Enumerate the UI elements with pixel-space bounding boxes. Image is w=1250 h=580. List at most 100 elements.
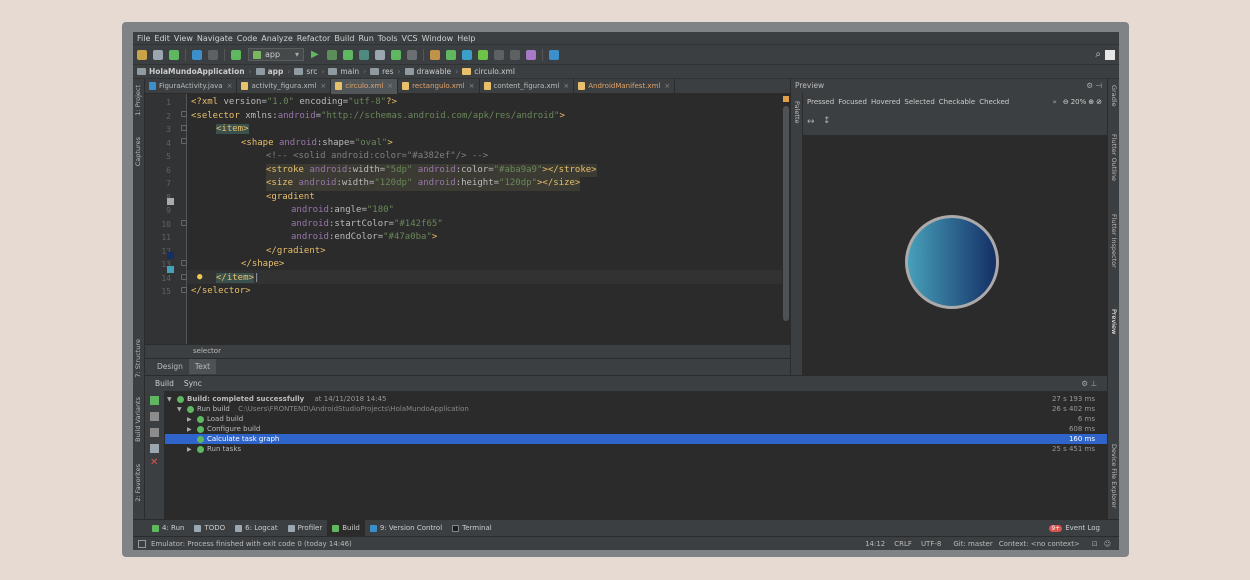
tool-tab-build[interactable]: Build bbox=[327, 519, 365, 537]
expand-icon[interactable]: ▶ bbox=[187, 445, 197, 455]
layout-inspector-icon[interactable] bbox=[549, 49, 559, 60]
device-monitor-icon[interactable] bbox=[510, 49, 520, 60]
hot-reload-icon[interactable] bbox=[494, 49, 504, 60]
flutter-icon[interactable] bbox=[462, 49, 472, 60]
menu-run[interactable]: Run bbox=[358, 34, 373, 43]
state-pressed[interactable]: Pressed bbox=[807, 98, 834, 106]
more-icon[interactable]: » bbox=[1053, 98, 1057, 106]
close-icon[interactable]: × bbox=[320, 82, 326, 90]
make-project-icon[interactable] bbox=[231, 49, 241, 60]
tool-tab-terminal[interactable]: Terminal bbox=[447, 520, 497, 537]
sdk-manager-icon[interactable] bbox=[430, 49, 440, 60]
profile-icon[interactable] bbox=[359, 49, 369, 60]
tab-android-manifest[interactable]: AndroidManifest.xml × bbox=[574, 78, 676, 94]
pan-horizontal-icon[interactable]: ↔ bbox=[807, 117, 815, 127]
open-folder-icon[interactable] bbox=[137, 49, 147, 60]
file-encoding[interactable]: UTF-8 bbox=[921, 540, 941, 548]
gear-icon[interactable]: ⚙ ⊣ bbox=[1086, 79, 1102, 93]
fold-icon[interactable] bbox=[181, 274, 187, 280]
xml-breadcrumb-label[interactable]: selector bbox=[193, 347, 221, 355]
state-checkable[interactable]: Checkable bbox=[939, 98, 975, 106]
run-icon[interactable]: ▶ bbox=[311, 49, 321, 60]
color-swatch-start[interactable] bbox=[167, 252, 174, 259]
tab-content-figura[interactable]: content_figura.xml × bbox=[480, 78, 575, 94]
state-checked[interactable]: Checked bbox=[979, 98, 1009, 106]
tool-tab-version-control[interactable]: 9: Version Control bbox=[365, 520, 447, 537]
filter-icon[interactable] bbox=[150, 428, 159, 437]
tree-row-selected[interactable]: Calculate task graph 160 ms bbox=[165, 434, 1107, 444]
breadcrumb-item[interactable]: HolaMundoApplication › bbox=[137, 67, 252, 76]
fold-icon[interactable] bbox=[181, 111, 187, 117]
close-icon[interactable]: × bbox=[664, 82, 670, 90]
tree-row[interactable]: ▼ Run build C:\Users\FRONTEND\AndroidStud… bbox=[165, 404, 1107, 414]
pin-icon[interactable] bbox=[150, 444, 159, 453]
zoom-out-icon[interactable]: ⊖ bbox=[1063, 98, 1069, 106]
zoom-in-icon[interactable]: ⊕ bbox=[1088, 98, 1094, 106]
tree-row[interactable]: ▼ Build: completed successfully at 14/11/… bbox=[165, 394, 1107, 404]
fold-icon[interactable] bbox=[181, 287, 187, 293]
gear-icon[interactable]: ⚙ ⊥ bbox=[1081, 379, 1097, 388]
breadcrumb-item[interactable]: circulo.xml bbox=[462, 67, 515, 76]
gradle-tool-tab[interactable]: Gradle bbox=[1110, 85, 1118, 107]
search-icon[interactable]: ⌕ bbox=[1095, 49, 1101, 60]
close-icon[interactable]: × bbox=[387, 82, 393, 90]
code-editor[interactable]: 1 2 3 4 5 6 7 8 9 10 11 12 13 14 15 <?xm… bbox=[145, 94, 790, 344]
state-selected[interactable]: Selected bbox=[904, 98, 934, 106]
lock-icon[interactable]: ⊡ bbox=[1092, 540, 1098, 548]
tab-sync[interactable]: Sync bbox=[184, 379, 202, 388]
lightbulb-icon[interactable]: ● bbox=[197, 272, 202, 282]
fold-icon[interactable] bbox=[181, 220, 187, 226]
tool-tab-logcat[interactable]: 6: Logcat bbox=[230, 520, 282, 537]
run-config-select[interactable]: app ▾ bbox=[248, 48, 304, 61]
tab-figura-activity[interactable]: FiguraActivity.java × bbox=[145, 78, 238, 94]
build-variants-tool-tab[interactable]: Build Variants bbox=[134, 397, 142, 442]
preview-tool-tab[interactable]: Preview bbox=[1110, 309, 1118, 334]
state-hovered[interactable]: Hovered bbox=[871, 98, 900, 106]
structure-tool-tab[interactable]: 7: Structure bbox=[134, 339, 142, 378]
breadcrumb-item[interactable]: drawable › bbox=[404, 67, 458, 76]
rebuild-icon[interactable] bbox=[150, 396, 159, 405]
avd-manager-icon[interactable] bbox=[446, 49, 456, 60]
debug-icon[interactable] bbox=[343, 49, 353, 60]
color-swatch-stroke[interactable] bbox=[167, 198, 174, 205]
tree-row[interactable]: ▶ Configure build 608 ms bbox=[165, 424, 1107, 434]
tool-tab-run[interactable]: 4: Run bbox=[147, 520, 189, 537]
tree-row[interactable]: ▶ Load build 6 ms bbox=[165, 414, 1107, 424]
back-icon[interactable] bbox=[192, 49, 202, 60]
apply-changes-icon[interactable] bbox=[327, 49, 337, 60]
breadcrumb-item[interactable]: src › bbox=[294, 67, 324, 76]
menu-window[interactable]: Window bbox=[422, 34, 454, 43]
color-swatch-end[interactable] bbox=[167, 266, 174, 273]
pan-vertical-icon[interactable]: ↕ bbox=[823, 116, 831, 126]
close-icon[interactable]: × bbox=[469, 82, 475, 90]
captures-tool-tab[interactable]: Captures bbox=[134, 137, 142, 166]
tool-tab-event-log[interactable]: 9+ Event Log bbox=[1044, 520, 1105, 537]
tab-activity-figura[interactable]: activity_figura.xml × bbox=[237, 78, 332, 94]
menu-view[interactable]: View bbox=[174, 34, 193, 43]
menu-edit[interactable]: Edit bbox=[154, 34, 170, 43]
context-indicator[interactable]: Context: <no context> bbox=[999, 540, 1080, 548]
warning-marker[interactable] bbox=[783, 96, 789, 102]
git-branch[interactable]: Git: master bbox=[953, 540, 992, 548]
menu-tools[interactable]: Tools bbox=[378, 34, 398, 43]
device-file-explorer-tool-tab[interactable]: Device File Explorer bbox=[1110, 444, 1118, 508]
code-text[interactable]: <?xml version="1.0" encoding="utf-8"?> <… bbox=[191, 94, 781, 344]
toggle-tool-windows-icon[interactable] bbox=[138, 539, 146, 548]
tool-tab-todo[interactable]: TODO bbox=[189, 520, 230, 537]
stop-icon[interactable] bbox=[407, 49, 417, 60]
editor-scrollbar[interactable] bbox=[782, 94, 790, 344]
close-icon[interactable]: × bbox=[227, 82, 233, 90]
breadcrumb-item[interactable]: app › bbox=[255, 67, 290, 76]
tab-build[interactable]: Build bbox=[155, 379, 174, 388]
tree-row[interactable]: ▶ Run tasks 25 s 451 ms bbox=[165, 444, 1107, 454]
close-icon[interactable]: ✕ bbox=[150, 457, 158, 468]
palette-tab[interactable]: Palette bbox=[793, 101, 801, 124]
fold-icon[interactable] bbox=[181, 138, 187, 144]
save-icon[interactable] bbox=[153, 49, 163, 60]
menu-help[interactable]: Help bbox=[457, 34, 475, 43]
breadcrumb-item[interactable]: main › bbox=[328, 67, 366, 76]
menu-code[interactable]: Code bbox=[237, 34, 257, 43]
menu-analyze[interactable]: Analyze bbox=[261, 34, 293, 43]
account-icon[interactable] bbox=[1105, 49, 1115, 60]
fold-icon[interactable] bbox=[181, 260, 187, 266]
